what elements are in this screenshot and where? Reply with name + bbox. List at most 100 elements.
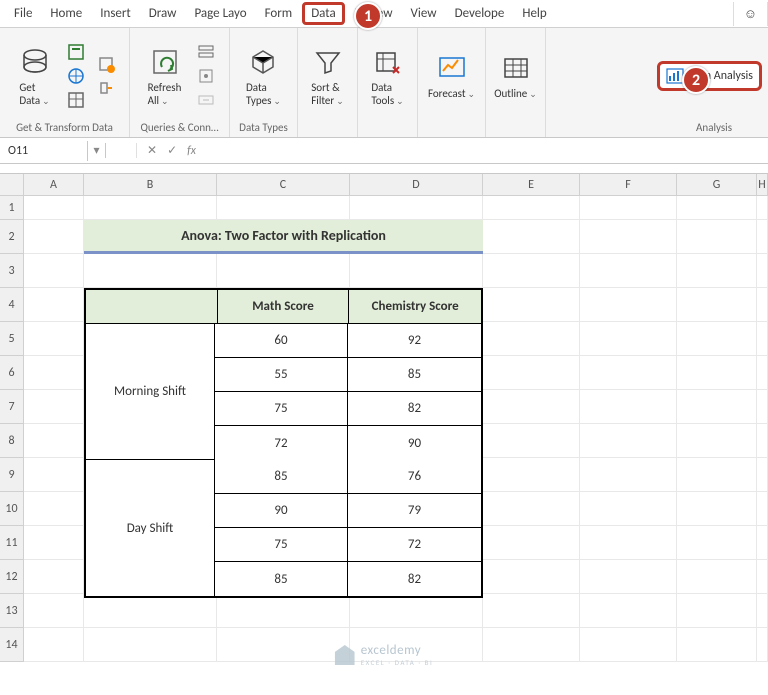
- tab-file[interactable]: File: [6, 2, 40, 25]
- row-header-12[interactable]: 12: [0, 560, 24, 594]
- col-header-d[interactable]: D: [350, 174, 483, 196]
- data-types-label: DataTypes: [246, 81, 281, 107]
- shift-morning: Morning Shift: [86, 324, 215, 460]
- tab-draw[interactable]: Draw: [141, 2, 185, 25]
- table-cell: 90: [348, 426, 481, 460]
- outline-button[interactable]: Outline: [490, 49, 541, 102]
- get-data-button[interactable]: GetData: [14, 43, 56, 109]
- tab-view[interactable]: View: [403, 2, 445, 25]
- watermark-logo-icon: [335, 645, 355, 665]
- col-header-c[interactable]: C: [217, 174, 350, 196]
- row-header-7[interactable]: 7: [0, 390, 24, 424]
- data-types-button[interactable]: DataTypes: [242, 43, 285, 109]
- row-header-3[interactable]: 3: [0, 254, 24, 288]
- watermark-brand: exceldemy: [361, 643, 421, 658]
- watermark-tagline: EXCEL · DATA · BI: [361, 658, 434, 667]
- sort-filter-label: Sort &Filter: [311, 81, 344, 107]
- recent-sources-icon[interactable]: [96, 54, 116, 74]
- col-header-g[interactable]: G: [677, 174, 757, 196]
- row-header-11[interactable]: 11: [0, 526, 24, 560]
- table-header-chem: Chemistry Score: [349, 290, 481, 324]
- menu-bar: File Home Insert Draw Page Layo Form Dat…: [0, 0, 768, 28]
- from-text-icon[interactable]: [66, 42, 86, 62]
- tab-home[interactable]: Home: [42, 2, 90, 25]
- sort-filter-button[interactable]: Sort &Filter: [307, 43, 349, 109]
- edit-links-icon[interactable]: [196, 90, 216, 110]
- callout-1: 1: [354, 2, 382, 30]
- from-web-icon[interactable]: [66, 66, 86, 86]
- from-table-icon[interactable]: [66, 90, 86, 110]
- row-header-10[interactable]: 10: [0, 492, 24, 526]
- table-cell: 82: [348, 562, 481, 596]
- name-box-dropdown-icon[interactable]: ▾: [88, 143, 106, 158]
- outline-icon: [499, 51, 533, 85]
- get-data-icon: [18, 45, 52, 79]
- feedback-smile-icon[interactable]: ☺: [733, 2, 768, 26]
- row-header-1[interactable]: 1: [0, 196, 24, 220]
- row-header-5[interactable]: 5: [0, 322, 24, 356]
- table-cell: 72: [215, 426, 348, 460]
- group-label-get-transform: Get & Transform Data: [16, 119, 113, 137]
- group-label-analysis: Analysis: [696, 119, 762, 137]
- data-types-icon: [246, 45, 280, 79]
- formula-bar-row: O11 ▾ ✕ ✓ fx: [0, 138, 768, 164]
- refresh-all-button[interactable]: RefreshAll: [144, 43, 186, 109]
- name-box[interactable]: O11: [0, 141, 88, 161]
- title-cell: Anova: Two Factor with Replication: [84, 220, 483, 254]
- watermark: exceldemy EXCEL · DATA · BI: [335, 643, 434, 667]
- table-cell: 75: [215, 528, 348, 562]
- table-cell: 82: [348, 392, 481, 426]
- queries-connections-icon[interactable]: [196, 42, 216, 62]
- table-cell: 85: [215, 460, 348, 494]
- forecast-icon: [435, 51, 469, 85]
- cancel-icon[interactable]: ✕: [147, 143, 157, 158]
- outline-label: Outline: [494, 87, 537, 100]
- row-header-6[interactable]: 6: [0, 356, 24, 390]
- tab-data[interactable]: Data: [302, 2, 345, 25]
- table-cell: 72: [348, 528, 481, 562]
- data-tools-button[interactable]: DataTools: [367, 43, 409, 109]
- tab-help[interactable]: Help: [514, 2, 554, 25]
- table-cell: 90: [215, 494, 348, 528]
- data-analysis-button[interactable]: Data Analysis: [657, 61, 762, 91]
- col-header-a[interactable]: A: [24, 174, 84, 196]
- tab-page-layout[interactable]: Page Layo: [186, 2, 254, 25]
- table-cell: 85: [215, 562, 348, 596]
- refresh-all-label: RefreshAll: [148, 81, 182, 107]
- existing-connections-icon[interactable]: [96, 78, 116, 98]
- row-header-4[interactable]: 4: [0, 288, 24, 322]
- select-all-corner[interactable]: [0, 174, 24, 196]
- tab-developer[interactable]: Develope: [447, 2, 513, 25]
- table-header-empty: [86, 290, 218, 324]
- col-header-e[interactable]: E: [483, 174, 580, 196]
- table-cell: 92: [348, 324, 481, 358]
- table-cell: 79: [348, 494, 481, 528]
- row-header-8[interactable]: 8: [0, 424, 24, 458]
- enter-icon[interactable]: ✓: [167, 143, 177, 158]
- col-header-b[interactable]: B: [84, 174, 217, 196]
- group-label-tools: [386, 119, 389, 137]
- callout-2: 2: [682, 66, 710, 94]
- col-header-h[interactable]: H: [757, 174, 768, 196]
- tab-formulas[interactable]: Form: [257, 2, 301, 25]
- row-header-2[interactable]: 2: [0, 220, 24, 254]
- col-header-f[interactable]: F: [580, 174, 677, 196]
- refresh-icon: [148, 45, 182, 79]
- row-header-9[interactable]: 9: [0, 458, 24, 492]
- group-label-forecast: [450, 119, 453, 137]
- row-header-13[interactable]: 13: [0, 594, 24, 628]
- spreadsheet-grid[interactable]: A B C D E F G H 1 2 3 4 5 6 7 8 9 10 11 …: [0, 174, 768, 662]
- get-data-label: GetData: [19, 81, 49, 107]
- data-tools-label: DataTools: [371, 81, 403, 107]
- row-header-14[interactable]: 14: [0, 628, 24, 662]
- forecast-button[interactable]: Forecast: [424, 49, 479, 102]
- properties-icon[interactable]: [196, 66, 216, 86]
- group-label-data-types: Data Types: [239, 119, 288, 137]
- group-label-sort: [326, 119, 329, 137]
- forecast-label: Forecast: [428, 87, 475, 100]
- shift-day: Day Shift: [86, 460, 215, 596]
- fx-icon[interactable]: fx: [187, 144, 196, 158]
- table-cell: 60: [215, 324, 348, 358]
- group-label-queries: Queries & Conn…: [140, 119, 218, 137]
- tab-insert[interactable]: Insert: [92, 2, 139, 25]
